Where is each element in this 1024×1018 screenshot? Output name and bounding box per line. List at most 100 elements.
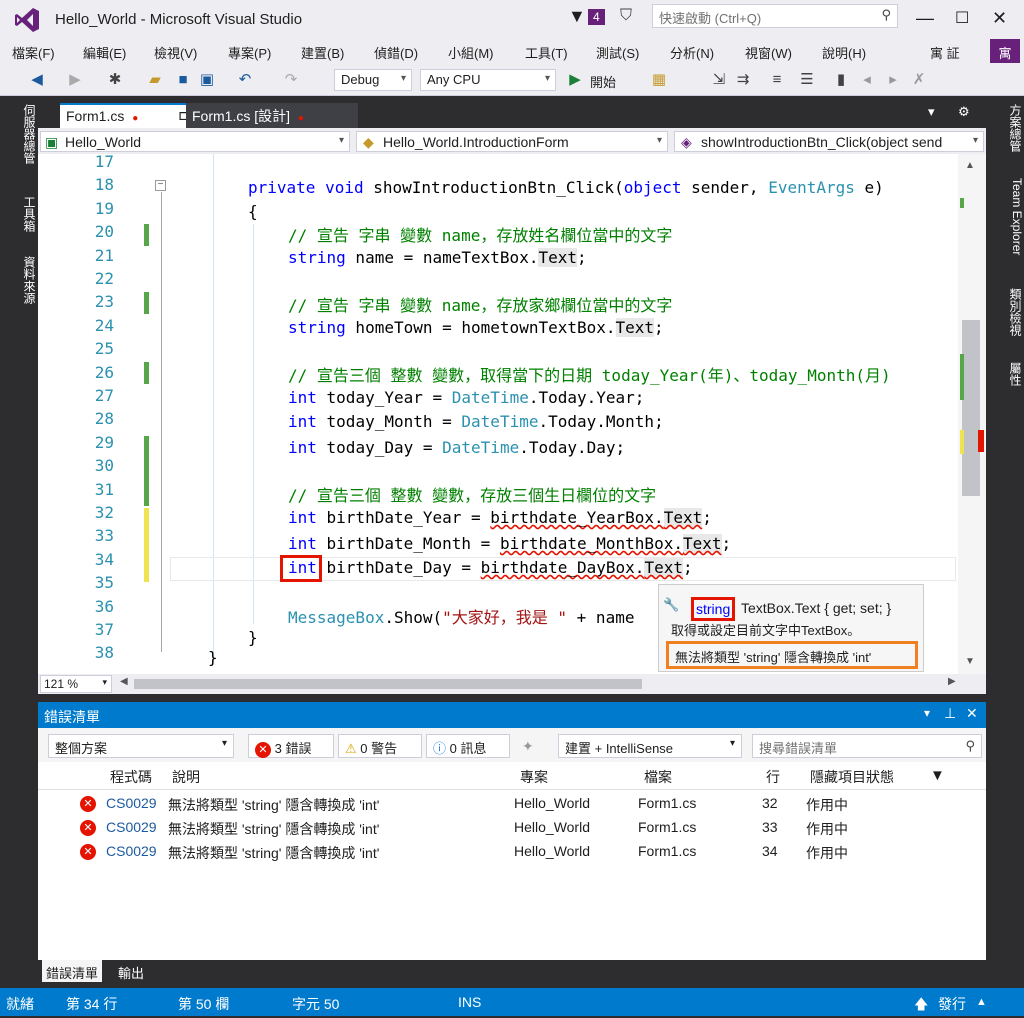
tab-error-list[interactable]: 錯誤清單 <box>42 960 103 982</box>
new-project-icon[interactable]: ✱ <box>106 71 124 89</box>
publish-menu-icon[interactable]: ▲ <box>976 996 987 1008</box>
class-select[interactable]: ◆ Hello_World.IntroductionForm <box>356 131 668 152</box>
publish-button[interactable]: 發行 <box>938 994 966 1014</box>
header-description[interactable]: 說明 <box>172 767 200 787</box>
quick-launch-input[interactable]: 快速啟動 (Ctrl+Q) ⚲ <box>652 4 898 28</box>
close-button[interactable]: ✕ <box>992 8 1007 29</box>
scroll-right-icon[interactable]: ▶ <box>948 676 956 687</box>
data-sources-tab[interactable]: 資料來源 <box>0 256 38 304</box>
project-select[interactable]: ▣ Hello_World <box>40 131 350 152</box>
comment-icon[interactable]: ≡ <box>768 71 786 89</box>
menu-analyze[interactable]: 分析(N) <box>670 43 714 62</box>
redo-icon[interactable]: ↷ <box>282 71 300 89</box>
header-suppression-state[interactable]: 隱藏項目狀態 <box>810 767 894 787</box>
scroll-up-icon[interactable]: ▲ <box>965 160 975 171</box>
header-line[interactable]: 行 <box>766 767 780 787</box>
uncomment-icon[interactable]: ☰ <box>798 71 816 89</box>
method-icon: ◈ <box>681 134 692 150</box>
filter-icon[interactable]: ▼ <box>930 767 945 784</box>
prev-bookmark-icon[interactable]: ◂ <box>858 71 876 89</box>
bookmark-icon[interactable]: ▮ <box>832 71 850 89</box>
step-over-icon[interactable]: ⇉ <box>734 71 752 89</box>
unsaved-dot-icon: ● <box>297 113 304 124</box>
errors-filter-button[interactable]: ✕ 3 錯誤 <box>248 734 334 758</box>
scope-select[interactable]: 整個方案 ▾ <box>48 734 234 758</box>
solution-config-select[interactable]: Debug <box>334 69 412 91</box>
menu-test[interactable]: 測試(S) <box>596 43 639 62</box>
line-number: 21 <box>94 245 114 265</box>
menu-tools[interactable]: 工具(T) <box>525 43 568 62</box>
horizontal-scrollbar-thumb[interactable] <box>134 679 642 689</box>
header-code[interactable]: 程式碼 <box>110 767 152 787</box>
next-bookmark-icon[interactable]: ▸ <box>884 71 902 89</box>
menu-debug[interactable]: 偵錯(D) <box>374 43 418 62</box>
save-all-icon[interactable]: ▣ <box>198 71 216 89</box>
maximize-button[interactable]: ☐ <box>955 8 969 28</box>
scroll-down-icon[interactable]: ▼ <box>965 656 975 667</box>
properties-tab[interactable]: 屬性 <box>986 362 1024 386</box>
notification-badge[interactable]: 4 <box>588 9 605 25</box>
tab-dropdown-icon[interactable]: ▾ <box>928 104 935 120</box>
menu-help[interactable]: 說明(H) <box>822 43 866 62</box>
pin-icon[interactable]: ⊥ <box>944 705 956 722</box>
menu-edit[interactable]: 編輯(E) <box>83 43 126 62</box>
undo-icon[interactable]: ↶ <box>236 71 254 89</box>
header-file[interactable]: 檔案 <box>644 767 672 787</box>
zoom-select[interactable]: 121 % ▾ <box>40 675 112 693</box>
publish-arrow-icon[interactable]: 🡅 <box>914 994 928 1018</box>
feedback-icon[interactable]: ⛉ <box>620 7 632 25</box>
server-explorer-tab[interactable]: 伺服器總管 <box>0 104 38 164</box>
scrollbar-thumb[interactable] <box>962 320 980 496</box>
code-line-19: { <box>248 202 258 221</box>
error-search-input[interactable]: 搜尋錯誤清單 ⚲ <box>752 734 982 758</box>
avatar[interactable]: 寓 <box>990 39 1020 63</box>
start-button[interactable]: 開始 <box>590 72 616 91</box>
step-into-icon[interactable]: ⇲ <box>710 71 728 89</box>
class-view-tab[interactable]: 類別檢視 <box>986 288 1024 336</box>
scroll-left-icon[interactable]: ◀ <box>120 676 128 687</box>
table-row[interactable]: ✕ CS0029 無法將類型 'string' 隱含轉換成 'int' Hell… <box>38 816 986 840</box>
error-state: 作用中 <box>806 821 848 837</box>
error-code-link[interactable]: CS0029 <box>106 819 157 835</box>
table-row[interactable]: ✕ CS0029 無法將類型 'string' 隱含轉換成 'int' Hell… <box>38 840 986 864</box>
messages-filter-button[interactable]: ⓘ 0 訊息 <box>426 734 510 758</box>
header-project[interactable]: 專案 <box>520 767 548 787</box>
collapse-toggle-icon[interactable]: − <box>155 180 166 191</box>
build-filter-select[interactable]: 建置 + IntelliSense ▾ <box>558 734 742 758</box>
error-code-link[interactable]: CS0029 <box>106 843 157 859</box>
status-ready: 就緒 <box>6 996 34 1012</box>
close-window-icon[interactable]: ✕ <box>966 705 978 722</box>
browser-link-icon[interactable]: ▦ <box>650 71 668 89</box>
user-name[interactable]: 寓 証 <box>930 43 960 62</box>
class-value: Hello_World.IntroductionForm <box>383 134 569 150</box>
open-file-icon[interactable]: ▰ <box>146 71 164 89</box>
forward-icon[interactable]: ▶ <box>66 71 84 89</box>
table-row[interactable]: ✕ CS0029 無法將類型 'string' 隱含轉換成 'int' Hell… <box>38 792 986 816</box>
menu-build[interactable]: 建置(B) <box>301 43 344 62</box>
vertical-scrollbar[interactable]: ▲ ▼ <box>958 154 986 674</box>
platform-select[interactable]: Any CPU <box>420 69 556 91</box>
solution-explorer-tab[interactable]: 方案總管 <box>986 104 1024 152</box>
menu-file[interactable]: 檔案(F) <box>12 43 55 62</box>
tab-form1-designer[interactable]: Form1.cs [設計] ● <box>186 103 358 128</box>
filter-icon[interactable]: ▼ <box>568 6 586 27</box>
clear-filter-icon[interactable]: ✦ <box>522 738 534 755</box>
back-icon[interactable]: ◀ <box>28 71 46 89</box>
minimize-button[interactable]: — <box>916 8 934 29</box>
team-explorer-tab[interactable]: Team Explorer <box>986 178 1024 255</box>
toolbox-tab[interactable]: 工具箱 <box>0 196 38 232</box>
start-icon[interactable]: ▶ <box>566 71 584 89</box>
settings-gear-icon[interactable]: ⚙ <box>958 104 970 120</box>
error-code-link[interactable]: CS0029 <box>106 795 157 811</box>
menu-view[interactable]: 檢視(V) <box>154 43 197 62</box>
warnings-filter-button[interactable]: ⚠ 0 警告 <box>338 734 422 758</box>
window-menu-icon[interactable]: ▾ <box>924 706 930 720</box>
code-editor[interactable]: − private void showIntroductionBtn_Click… <box>38 152 986 674</box>
clear-bookmarks-icon[interactable]: ✗ <box>910 71 928 89</box>
member-select[interactable]: ◈ showIntroductionBtn_Click(object send <box>674 131 984 152</box>
menu-window[interactable]: 視窗(W) <box>745 43 792 62</box>
menu-project[interactable]: 專案(P) <box>228 43 271 62</box>
menu-team[interactable]: 小組(M) <box>448 43 494 62</box>
save-icon[interactable]: ■ <box>174 71 192 89</box>
tab-output[interactable]: 輸出 <box>118 963 144 982</box>
